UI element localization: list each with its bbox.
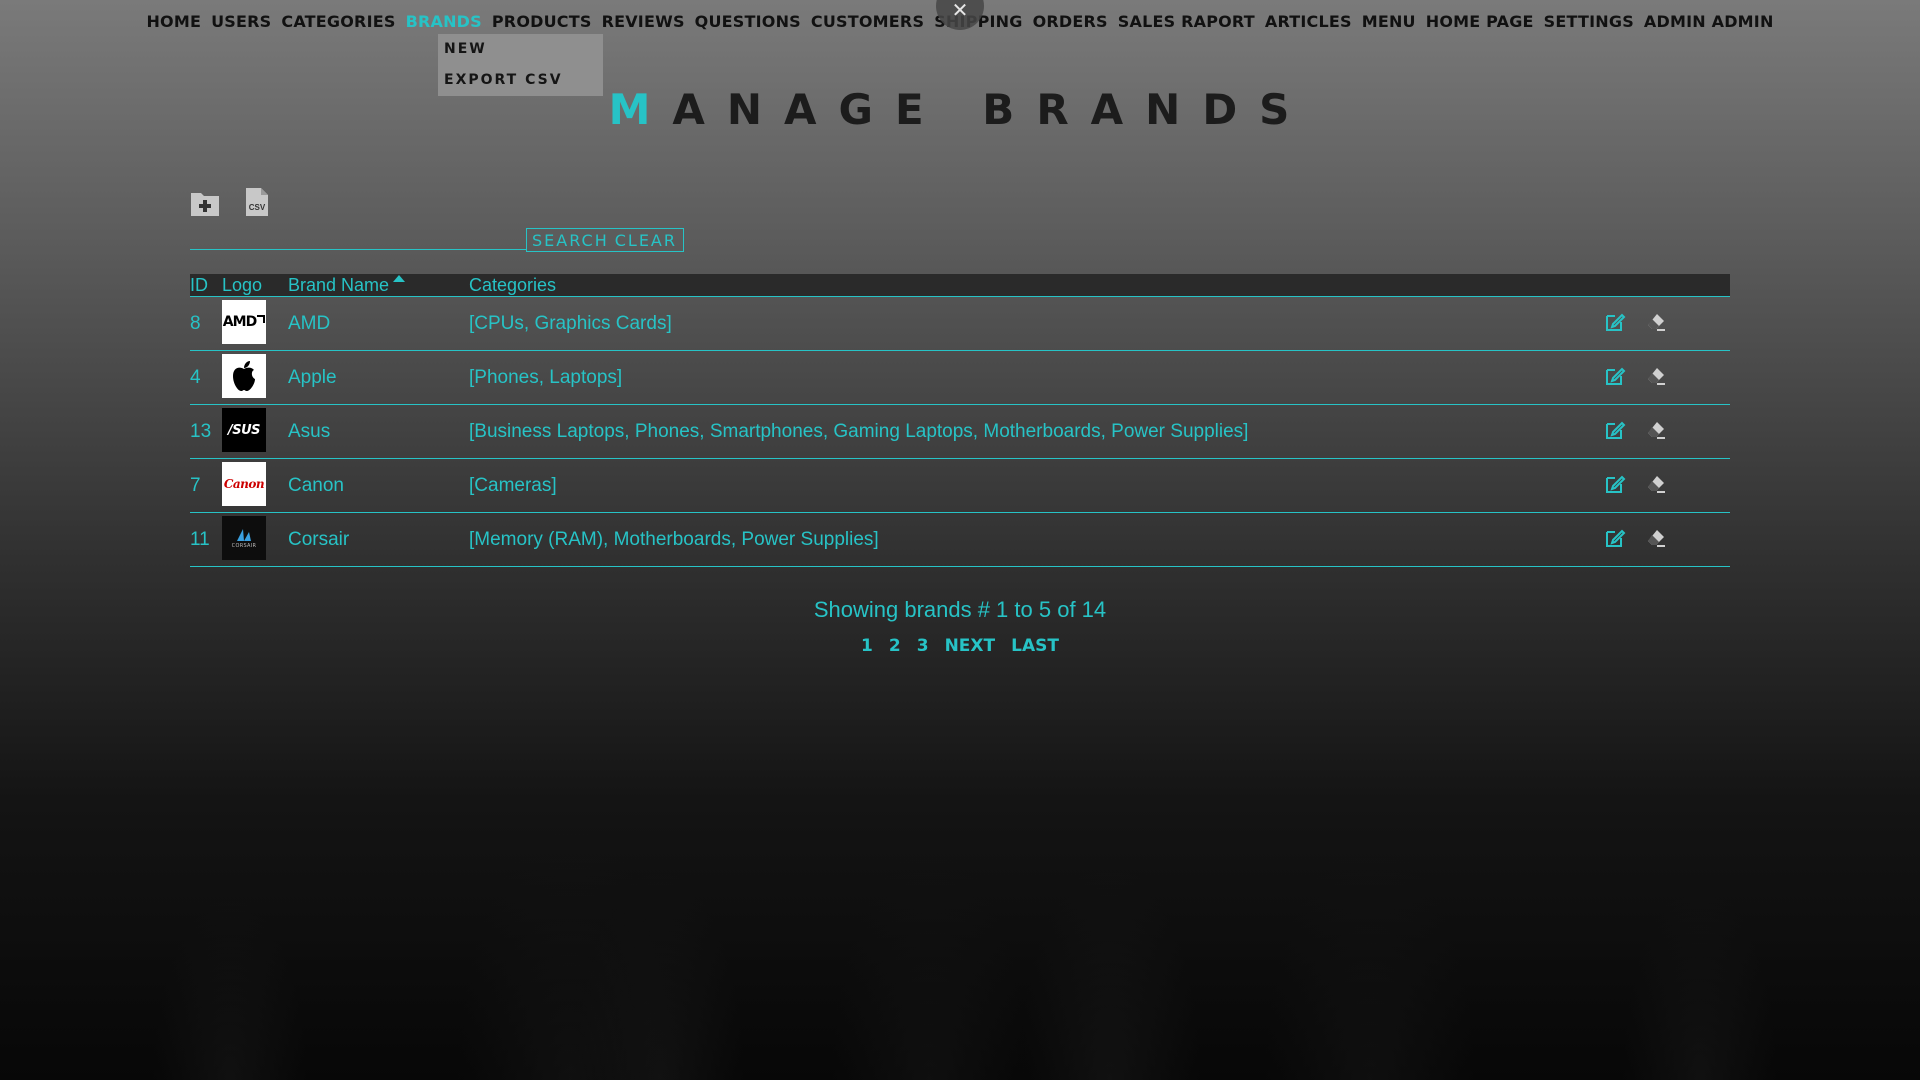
brand-categories: [Phones, Laptops] <box>469 367 623 388</box>
nav-item-settings[interactable]: SETTINGS <box>1544 12 1634 31</box>
corsair-logo: CORSAIR <box>222 516 266 560</box>
pagination: 1 2 3 NEXT LAST <box>0 636 1920 656</box>
forest-background <box>0 660 1920 1080</box>
search-input-underline <box>190 249 526 250</box>
header-categories[interactable]: Categories <box>469 275 556 296</box>
header-id[interactable]: ID <box>190 275 208 296</box>
page-link-2[interactable]: 2 <box>889 636 901 656</box>
table-row: 7 Canon Canon [Cameras] <box>190 459 1730 513</box>
edit-icon[interactable] <box>1604 365 1626 387</box>
table-row: 13 /SUS Asus [Business Laptops, Phones, … <box>190 405 1730 459</box>
header-logo[interactable]: Logo <box>222 275 262 296</box>
amd-logo-text: AMD <box>222 314 257 330</box>
nav-item-questions[interactable]: QUESTIONS <box>695 12 801 31</box>
brand-name-link[interactable]: Apple <box>288 367 337 389</box>
row-id: 4 <box>190 367 201 388</box>
new-folder-icon[interactable] <box>190 189 219 217</box>
clear-button[interactable]: CLEAR <box>615 231 677 250</box>
brand-categories: [Memory (RAM), Motherboards, Power Suppl… <box>469 529 879 550</box>
delete-eraser-icon[interactable] <box>1645 365 1667 387</box>
edit-icon[interactable] <box>1604 311 1626 333</box>
next-page-link[interactable]: NEXT <box>945 636 996 656</box>
delete-eraser-icon[interactable] <box>1645 311 1667 333</box>
asus-logo-text: /SUS <box>227 422 261 438</box>
search-button[interactable]: SEARCH <box>532 231 609 250</box>
sort-ascending-icon <box>393 275 406 282</box>
edit-icon[interactable] <box>1604 419 1626 441</box>
brand-categories: [CPUs, Graphics Cards] <box>469 313 672 334</box>
search-buttons: SEARCH CLEAR <box>526 228 684 252</box>
header-brand-name-label: Brand Name <box>288 275 390 295</box>
brand-name-link[interactable]: Corsair <box>288 529 349 551</box>
table-row: 11 CORSAIR Corsair [Memory (RAM), Mother… <box>190 513 1730 567</box>
asus-logo: /SUS <box>222 408 266 452</box>
table-row: 8 AMD AMD [CPUs, Graphics Cards] <box>190 297 1730 351</box>
delete-eraser-icon[interactable] <box>1645 419 1667 441</box>
nav-item-users[interactable]: USERS <box>211 12 271 31</box>
nav-item-admin-account[interactable]: ADMIN ADMIN <box>1644 12 1774 31</box>
delete-eraser-icon[interactable] <box>1645 527 1667 549</box>
page-link-1[interactable]: 1 <box>861 636 873 656</box>
nav-item-brands[interactable]: BRANDS <box>406 12 482 31</box>
nav-item-categories[interactable]: CATEGORIES <box>281 12 395 31</box>
nav-item-customers[interactable]: CUSTOMERS <box>811 12 924 31</box>
last-page-link[interactable]: LAST <box>1011 636 1059 656</box>
export-csv-icon[interactable]: CSV <box>245 187 273 216</box>
nav-item-sales-raport[interactable]: SALES RAPORT <box>1118 12 1255 31</box>
row-id: 7 <box>190 475 201 496</box>
page-title: MANAGE BRANDS <box>0 85 1920 134</box>
row-id: 8 <box>190 313 201 334</box>
nav-item-orders[interactable]: ORDERS <box>1033 12 1108 31</box>
table-header: ID Logo Brand Name Categories <box>190 274 1730 297</box>
brand-name-link[interactable]: AMD <box>288 313 330 335</box>
canon-logo-text: Canon <box>223 477 265 491</box>
edit-icon[interactable] <box>1604 527 1626 549</box>
nav-item-articles[interactable]: ARTICLES <box>1265 12 1352 31</box>
page-title-rest: ANAGE BRANDS <box>672 85 1312 134</box>
nav-item-products[interactable]: PRODUCTS <box>492 12 592 31</box>
results-summary: Showing brands # 1 to 5 of 14 <box>813 597 1107 622</box>
corsair-sails-icon <box>237 528 251 541</box>
corsair-logo-text: CORSAIR <box>231 542 257 549</box>
canon-logo: Canon <box>222 462 266 506</box>
table-row: 4 Apple [Phones, Laptops] <box>190 351 1730 405</box>
brand-name-link[interactable]: Canon <box>288 475 344 497</box>
header-brand-name[interactable]: Brand Name <box>288 275 406 296</box>
dropdown-item-new[interactable]: NEW <box>438 34 603 65</box>
delete-eraser-icon[interactable] <box>1645 473 1667 495</box>
row-id: 13 <box>190 421 212 442</box>
apple-logo <box>222 354 266 398</box>
nav-item-home[interactable]: HOME <box>146 12 201 31</box>
row-id: 11 <box>190 529 210 550</box>
edit-icon[interactable] <box>1604 473 1626 495</box>
amd-arrow-icon <box>257 315 266 323</box>
page-title-first-letter: M <box>608 85 673 134</box>
brand-categories: [Business Laptops, Phones, Smartphones, … <box>469 421 1249 442</box>
brands-table: ID Logo Brand Name Categories 8 AMD AMD … <box>190 274 1730 567</box>
page-link-3[interactable]: 3 <box>917 636 929 656</box>
nav-item-menu[interactable]: MENU <box>1362 12 1416 31</box>
brand-categories: [Cameras] <box>469 475 557 496</box>
brand-name-link[interactable]: Asus <box>288 421 330 443</box>
nav-item-home-page[interactable]: HOME PAGE <box>1426 12 1534 31</box>
nav-item-reviews[interactable]: REVIEWS <box>602 12 685 31</box>
csv-icon-label: CSV <box>249 203 266 212</box>
search-input[interactable] <box>190 228 524 250</box>
amd-logo: AMD <box>222 300 266 344</box>
